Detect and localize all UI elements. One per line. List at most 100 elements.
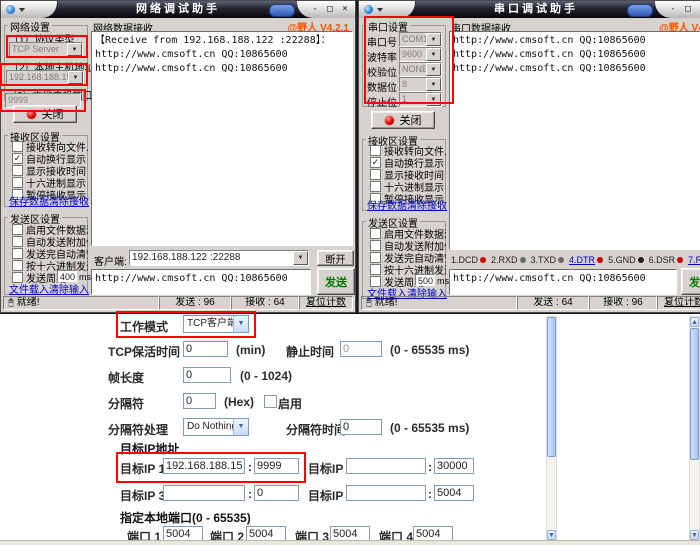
dropdown-arrow-icon[interactable]: ▼ [68, 71, 83, 84]
network-close-button[interactable]: 关闭 [13, 105, 77, 123]
checkbox-icon [12, 260, 23, 271]
dropdown-arrow-icon[interactable]: ▼ [67, 43, 82, 56]
protocol-type-dropdown[interactable]: TCP Server ▼ [9, 42, 83, 57]
checkbox-show-time[interactable]: 显示接收时间 [370, 169, 446, 180]
signal-link-label[interactable]: 4.DTR [569, 255, 595, 265]
disconnect-button[interactable]: 断开 [317, 250, 354, 266]
checkbox-show-time[interactable]: 显示接收时间 [12, 165, 88, 176]
clear-recv-link[interactable]: 清除接收 [407, 197, 447, 212]
checkbox-recv-to-file[interactable]: 接收转向文件... [370, 145, 446, 156]
delimiter-time-input[interactable] [340, 419, 382, 435]
baud-rate-dropdown[interactable]: 9600▼ [399, 47, 442, 62]
checkbox-file-source[interactable]: 启用文件数据源... [370, 228, 446, 239]
minimize-button[interactable]: - [308, 4, 322, 16]
save-data-link[interactable]: 保存数据 [9, 193, 49, 208]
checkbox-auto-wrap[interactable]: ✓自动换行显示 [12, 153, 88, 164]
target-port3-input[interactable] [254, 485, 299, 501]
checkbox-label: 十六进制显示 [384, 181, 444, 192]
work-mode-select[interactable]: TCP客户端模式 ▼ [183, 315, 249, 333]
checkbox-file-source[interactable]: 启用文件数据源... [12, 224, 88, 235]
signal-link-label[interactable]: 7.RTS [688, 255, 700, 265]
checkbox-auto-append[interactable]: 自动发送附加位 [370, 240, 446, 251]
network-recv-textarea[interactable]: 【Receive from 192.168.188.122 :22288】： h… [91, 31, 353, 246]
serial-send-textarea[interactable]: http://www.cmsoft.cn QQ:10865600 [449, 269, 677, 295]
local-host-dropdown[interactable]: 192.168.188.150 ▼ [6, 70, 84, 85]
dropdown-arrow-icon[interactable]: ▼ [426, 48, 441, 61]
idle-time-suffix: (0 - 65535 ms) [390, 343, 469, 357]
maximize-button[interactable]: □ [681, 4, 695, 16]
target-ip3-input[interactable] [163, 485, 245, 501]
network-settings-group: 网络设置 （1）协议类型 TCP Server ▼ （2）本地主机地址 192.… [4, 25, 88, 101]
save-data-link[interactable]: 保存数据 [367, 197, 407, 212]
clear-recv-link[interactable]: 清除接收 [49, 193, 89, 208]
scrollbar-down-icon[interactable]: ▼ [547, 530, 556, 540]
delimiter-input[interactable] [183, 393, 216, 409]
menu-caret-icon[interactable] [19, 8, 25, 12]
client-dropdown[interactable]: 192.168.188.122 :22288 ▼ [129, 250, 309, 266]
checkbox-auto-wrap[interactable]: ✓自动换行显示 [370, 157, 446, 168]
delimiter-process-select[interactable]: Do Nothing ▼ [183, 418, 249, 436]
maximize-button[interactable]: □ [323, 4, 337, 16]
signal-label: 2.RXD [491, 255, 518, 265]
dropdown-arrow-icon[interactable]: ▼ [426, 33, 441, 46]
stop-bits-dropdown[interactable]: 1▼ [399, 92, 442, 107]
data-bits-dropdown[interactable]: 8▼ [399, 77, 442, 92]
select-arrow-icon[interactable]: ▼ [233, 419, 248, 435]
serial-recv-textarea[interactable]: http://www.cmsoft.cn QQ:10865600 http://… [449, 31, 700, 250]
scrollbar-down-icon[interactable]: ▼ [690, 530, 699, 540]
scrollbar-thumb[interactable] [547, 317, 556, 457]
checkbox-auto-append[interactable]: 自动发送附加位 [12, 236, 88, 247]
scrollbar-thumb[interactable] [690, 328, 699, 460]
keepalive-input[interactable] [183, 341, 228, 357]
reset-count-link[interactable]: 复位计数 [299, 296, 353, 310]
checkbox-hex-display[interactable]: 十六进制显示 [12, 177, 88, 188]
serial-close-button[interactable]: 关闭 [371, 111, 435, 129]
signal-rts[interactable]: 7.RTS [688, 254, 700, 265]
idle-time-input[interactable] [340, 341, 382, 357]
checkbox-recv-to-file[interactable]: 接收转向文件... [12, 141, 88, 152]
titlebar-pill-icon [627, 4, 653, 17]
scrollbar-up-icon[interactable]: ▲ [690, 317, 699, 327]
target-ip2-input[interactable] [346, 458, 426, 474]
target-ip4-input[interactable] [346, 485, 426, 501]
send-button[interactable]: 发送 [681, 268, 700, 295]
checkbox-icon [370, 145, 381, 156]
target-ip1-input[interactable] [163, 458, 245, 474]
delimiter-enable-checkbox[interactable] [264, 395, 277, 408]
frame-length-input[interactable] [183, 367, 231, 383]
com-port-dropdown[interactable]: COM1▼ [399, 32, 442, 47]
serial-titlebar[interactable]: 串口调试助手 - □ × [359, 1, 700, 18]
checkbox-clear-after-send[interactable]: 发送完自动清空 [370, 252, 446, 263]
dropdown-arrow-icon[interactable]: ▼ [426, 93, 441, 106]
right-scrollbar[interactable]: ▲ ▼ [689, 316, 700, 541]
checkbox-icon [370, 264, 381, 275]
target-port2-input[interactable] [434, 458, 474, 474]
dropdown-arrow-icon[interactable]: ▼ [426, 63, 441, 76]
close-window-button[interactable]: × [338, 4, 352, 16]
signal-dtr[interactable]: 4.DTR [569, 254, 603, 265]
signal-rxd: 2.RXD [491, 254, 526, 265]
checkbox-label: 显示接收时间 [26, 165, 86, 176]
network-titlebar-left-cap [1, 1, 58, 18]
clear-input-link[interactable]: 清除输入 [49, 281, 89, 296]
com-port-value: COM1 [402, 34, 428, 44]
send-button[interactable]: 发送 [317, 268, 355, 295]
dropdown-arrow-icon[interactable]: ▼ [293, 251, 308, 265]
select-arrow-icon[interactable]: ▼ [233, 316, 248, 332]
target-port4-input[interactable] [434, 485, 474, 501]
load-file-link[interactable]: 文件载入 [9, 281, 49, 296]
menu-caret-icon[interactable] [377, 8, 383, 12]
checkbox-clear-after-send[interactable]: 发送完自动清空 [12, 248, 88, 259]
signal-led-icon [677, 257, 683, 263]
network-titlebar[interactable]: 网络调试助手 - □ × [1, 1, 355, 18]
reset-count-link[interactable]: 复位计数 [657, 296, 700, 310]
minimize-button[interactable]: - [666, 4, 680, 16]
target-port1-input[interactable] [254, 458, 299, 474]
dropdown-arrow-icon[interactable]: ▼ [426, 78, 441, 91]
parity-dropdown[interactable]: NONE▼ [399, 62, 442, 77]
checkbox-hex-display[interactable]: 十六进制显示 [370, 181, 446, 192]
close-window-button[interactable]: × [696, 4, 700, 16]
checkbox-label: 显示接收时间 [384, 169, 444, 180]
config-scrollbar[interactable]: ▼ [546, 316, 557, 541]
network-send-textarea[interactable]: http://www.cmsoft.cn QQ:10865600 [91, 269, 311, 295]
